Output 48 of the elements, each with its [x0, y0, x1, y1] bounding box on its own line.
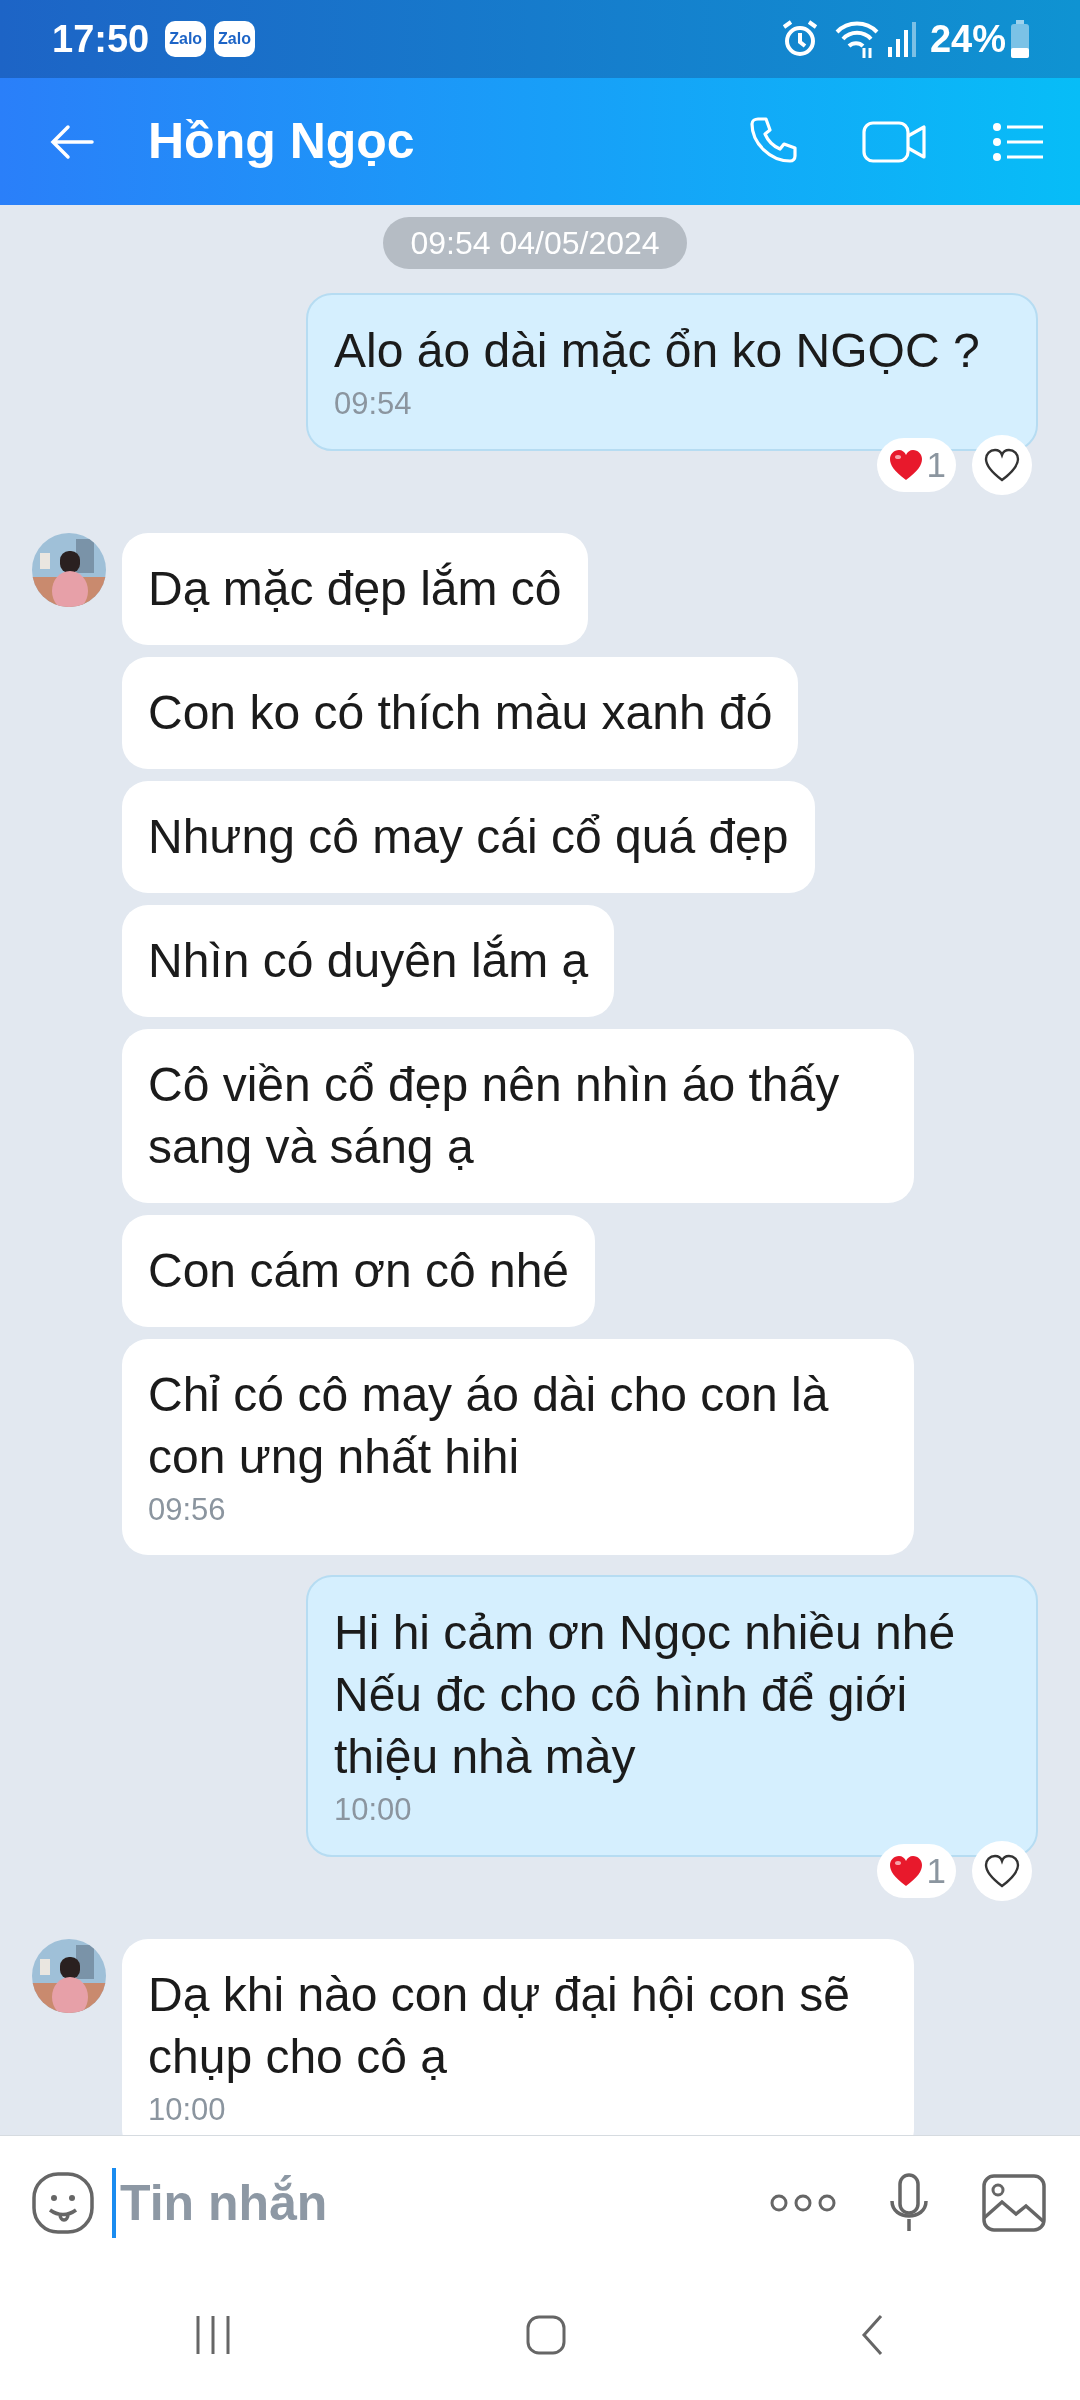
reaction-count[interactable]: 1 — [876, 1844, 956, 1898]
message-bubble: Hi hi cảm ơn Ngọc nhiều nhé Nếu đc cho cô hình để giới thiệu nhà mày 10:00 — [306, 1575, 1038, 1857]
recent-apps-button[interactable] — [195, 2314, 232, 2356]
message-time: 10:00 — [334, 1791, 413, 1829]
message-time: 10:00 — [148, 2091, 227, 2129]
back-chevron-icon — [860, 2314, 885, 2356]
more-button[interactable] — [770, 2194, 836, 2212]
message-bubble: Dạ mặc đẹp lắm cô — [122, 533, 588, 645]
clock-time: 17:50 — [52, 16, 150, 62]
like-button[interactable] — [972, 1841, 1032, 1901]
emoji-button[interactable] — [32, 2172, 94, 2234]
image-icon — [982, 2174, 1046, 2232]
heart-outline-icon — [984, 448, 1020, 482]
message-time: 09:54 — [334, 385, 413, 423]
menu-icon — [992, 121, 1044, 162]
message-bubble: Con cám ơn cô nhé — [122, 1215, 596, 1327]
message-bubble: Nhưng cô may cái cổ quá đẹp — [122, 781, 815, 893]
message-bubble: Cô viền cổ đẹp nên nhìn áo thấy sang và sáng ạ — [122, 1029, 914, 1203]
notification-icon: Zalo — [214, 21, 255, 57]
microphone-icon — [888, 2173, 930, 2233]
message-time: 09:56 — [148, 1491, 227, 1529]
heart-icon — [888, 1855, 923, 1887]
home-icon — [526, 2315, 566, 2355]
recent-apps-icon — [195, 2314, 232, 2356]
dots-icon — [770, 2194, 836, 2212]
signal-icon — [885, 19, 918, 59]
message-bubble: Con ko có thích màu xanh đó — [122, 657, 799, 769]
battery-percent: 24% — [929, 16, 1006, 62]
date-label: 09:54 04/05/2024 — [383, 217, 687, 269]
battery-icon — [1010, 20, 1030, 58]
reaction-count[interactable]: 1 — [876, 438, 956, 492]
video-camera-icon — [862, 118, 926, 165]
message-bubble: Alo áo dài mặc ổn ko NGỌC ? 09:54 — [306, 293, 1038, 451]
message-input[interactable]: Tin nhắn — [112, 2168, 770, 2238]
notification-icon: Zalo — [165, 21, 207, 57]
contact-name: Hồng Ngọc — [148, 112, 416, 171]
message-bubble: Chỉ có cô may áo dài cho con là con ưng nhất hihi 09:56 — [122, 1339, 914, 1555]
message-composer[interactable]: Tin nhắn — [0, 2135, 1080, 2270]
home-button[interactable] — [526, 2315, 566, 2355]
message-bubble: Dạ khi nào con dự đại hội con sẽ chụp cho cô ạ 10:00 — [122, 1939, 914, 2135]
heart-icon — [888, 449, 923, 481]
like-button[interactable] — [972, 435, 1032, 495]
image-button[interactable] — [982, 2174, 1046, 2232]
smiley-icon — [32, 2172, 94, 2234]
heart-outline-icon — [984, 1854, 1020, 1888]
back-nav-button[interactable] — [860, 2314, 885, 2356]
voice-button[interactable] — [888, 2173, 930, 2233]
message-bubble: Nhìn có duyên lắm ạ — [122, 905, 615, 1017]
